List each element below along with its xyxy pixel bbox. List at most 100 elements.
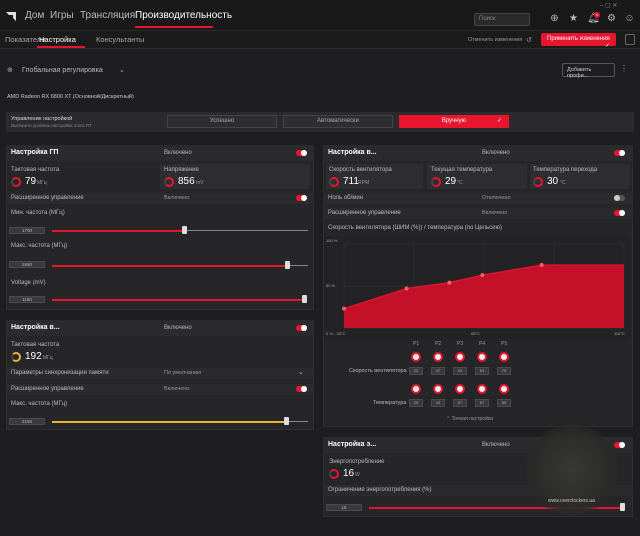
temp-dial-p5[interactable]: [499, 384, 509, 394]
voltage-mv-slider[interactable]: [52, 299, 304, 301]
fan-value-p4[interactable]: 63: [475, 367, 489, 375]
account-icon[interactable]: ☺: [624, 13, 635, 24]
temp-value-p2[interactable]: 44: [431, 399, 445, 407]
fan-value-p2[interactable]: 47: [431, 367, 445, 375]
gauge-icon: [329, 469, 339, 479]
vram-advanced-toggle[interactable]: [296, 386, 307, 392]
gauge-icon: [533, 177, 543, 187]
star-icon[interactable]: ★: [568, 13, 579, 24]
temp-value-p5[interactable]: 85: [497, 399, 511, 407]
temp-dial-p4[interactable]: [477, 384, 487, 394]
vram-max-freq-handle[interactable]: [284, 417, 289, 425]
fan-dial-p1[interactable]: [411, 352, 421, 362]
layout-icon[interactable]: [625, 34, 635, 45]
gear-icon[interactable]: ⚙: [606, 13, 617, 24]
temp-dial-p3[interactable]: [455, 384, 465, 394]
vram-panel-toggle[interactable]: [296, 325, 307, 331]
curve-point-5[interactable]: [539, 263, 544, 267]
vram-clock-value: 192: [25, 351, 42, 362]
temp-value-p3[interactable]: 57: [453, 399, 467, 407]
x-axis-mid-label: 65°C: [471, 331, 480, 336]
vram-max-freq-label: Макс. частота (МГц): [11, 401, 68, 407]
chevron-down-icon[interactable]: ⌄: [298, 368, 304, 376]
profile-dropdown[interactable]: Глобальная регулировка: [22, 67, 103, 74]
amd-logo-icon[interactable]: [5, 11, 17, 22]
zero-rpm-toggle[interactable]: [614, 195, 625, 201]
point-label-p4: P4: [479, 341, 486, 347]
power-limit-input[interactable]: 15: [326, 504, 362, 511]
option-auto[interactable]: Автоматически: [283, 115, 393, 128]
gpu-panel-toggle[interactable]: [296, 150, 307, 156]
option-success[interactable]: Успешно: [167, 115, 277, 128]
temp-value-p4[interactable]: 67: [475, 399, 489, 407]
nav-games[interactable]: Игры: [50, 10, 74, 21]
min-freq-slider[interactable]: [52, 230, 185, 232]
power-limit-handle[interactable]: [620, 503, 625, 511]
point-label-p1: P1: [413, 341, 420, 347]
min-freq-handle[interactable]: [182, 226, 187, 234]
nav-home[interactable]: Дом: [25, 10, 44, 21]
search-input[interactable]: Поиск: [474, 13, 530, 26]
check-icon: ✓: [496, 118, 502, 124]
fan-value-p3[interactable]: 54: [453, 367, 467, 375]
temp-dial-p2[interactable]: [433, 384, 443, 394]
point-label-p3: P3: [457, 341, 464, 347]
vram-max-freq-input[interactable]: 2150: [9, 418, 45, 425]
gpu-advanced-state: Включено: [164, 195, 190, 201]
max-freq-input[interactable]: 2650: [9, 261, 45, 268]
fan-dial-p2[interactable]: [433, 352, 443, 362]
vram-panel-title: Настройка в...: [11, 324, 60, 331]
curve-point-4[interactable]: [480, 273, 485, 278]
option-manual[interactable]: Вручную ✓: [399, 115, 509, 128]
temp-row-label: Температура: [373, 400, 407, 406]
fan-curve-chart[interactable]: 100 % 50 % 0 % - 25°C 65°C 110°C: [324, 236, 630, 340]
junction-value: 30: [547, 176, 559, 187]
tab-advisors[interactable]: Консультанты: [96, 35, 144, 44]
gpu-advanced-toggle[interactable]: [296, 195, 307, 201]
apply-changes-button[interactable]: Применить изменения ✓: [541, 33, 616, 49]
globe-icon[interactable]: ⊕: [549, 13, 560, 24]
add-profile-button[interactable]: Добавить профи...: [562, 63, 615, 79]
fine-tune-button[interactable]: ⌃ Точная настройка: [446, 416, 493, 422]
power-consumption-value: 16: [343, 468, 355, 479]
chevron-down-icon[interactable]: ⌄: [119, 66, 125, 74]
temp-value: 29: [445, 176, 457, 187]
temp-dial-p1[interactable]: [411, 384, 421, 394]
fan-panel-state: Включено: [482, 150, 510, 156]
min-freq-input[interactable]: 1700: [9, 227, 45, 234]
fan-value-p5[interactable]: 75: [497, 367, 511, 375]
vram-max-freq-slider[interactable]: [52, 421, 287, 423]
cancel-changes-button[interactable]: Отменить изменения: [468, 37, 522, 43]
fan-dial-p5[interactable]: [499, 352, 509, 362]
timing-dropdown[interactable]: По умолчанию: [164, 370, 201, 376]
max-freq-slider[interactable]: [52, 265, 288, 267]
voltage-mv-input[interactable]: 1150: [9, 296, 45, 303]
voltage-mv-handle[interactable]: [302, 295, 307, 303]
fan-advanced-toggle[interactable]: [614, 210, 625, 216]
nav-streaming[interactable]: Трансляция: [80, 10, 135, 21]
curve-point-2[interactable]: [404, 286, 409, 291]
power-consumption-label: Энергопотребление: [329, 459, 385, 465]
more-icon[interactable]: ⋮: [620, 64, 628, 73]
gpu-panel-title: Настройка ГП: [11, 149, 59, 156]
fan-panel-toggle[interactable]: [614, 150, 625, 156]
nav-performance[interactable]: Производительность: [135, 10, 232, 21]
tab-tuning[interactable]: Настройка: [39, 35, 76, 44]
min-freq-label: Мин. частота (МГц): [11, 210, 65, 216]
fan-dial-p4[interactable]: [477, 352, 487, 362]
max-freq-handle[interactable]: [285, 261, 290, 269]
fan-dial-p3[interactable]: [455, 352, 465, 362]
curve-point-3[interactable]: [447, 280, 452, 285]
gauge-icon: [11, 177, 21, 187]
reset-icon[interactable]: ↺: [526, 36, 532, 44]
window-controls[interactable]: – ▢ ✕: [600, 2, 617, 9]
curve-point-1[interactable]: [342, 306, 346, 311]
max-freq-label: Макс. частота (МГц): [11, 243, 68, 249]
zero-rpm-row: [323, 193, 633, 204]
zero-rpm-state: Отключено: [482, 195, 511, 201]
temp-value-p1[interactable]: 25: [409, 399, 423, 407]
x-axis-start-label: 0 % - 25°C: [326, 331, 345, 336]
fan-value-p1[interactable]: 23: [409, 367, 423, 375]
fan-speed-label: Скорость вентилятора: [329, 167, 392, 173]
power-consumption-unit: W: [355, 472, 360, 478]
